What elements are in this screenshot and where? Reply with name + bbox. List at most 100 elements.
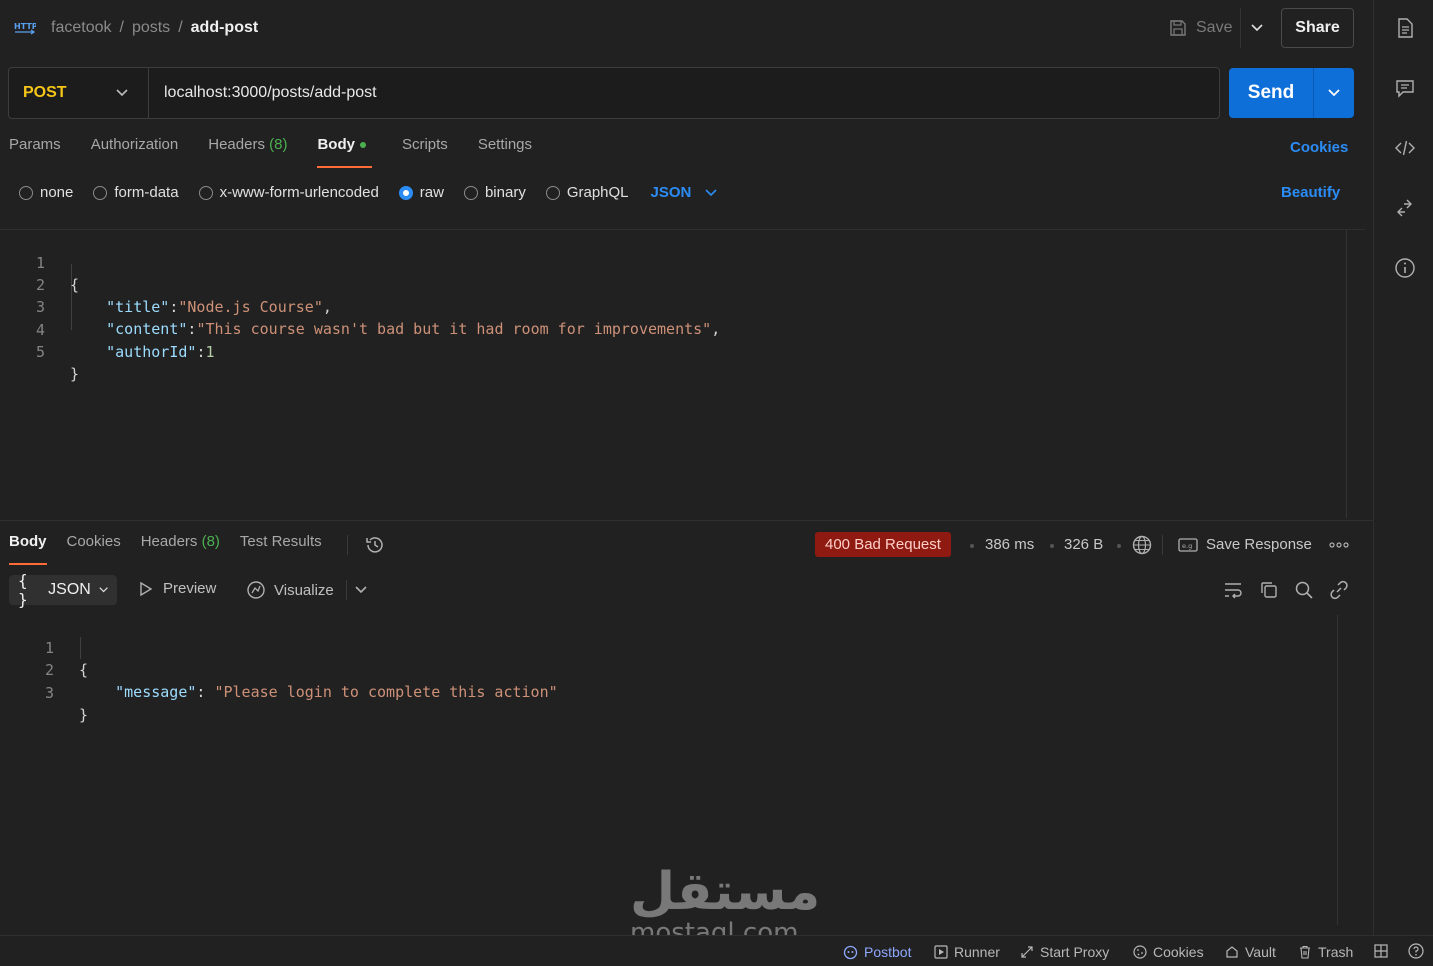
pane-divider[interactable] xyxy=(0,520,1373,521)
svg-text:e.g: e.g xyxy=(1182,542,1192,550)
request-body-editor[interactable]: 1 { 2 "title":"Node.js Course", 3 "conte… xyxy=(0,229,1365,518)
tab-response-headers[interactable]: Headers (8) xyxy=(141,533,220,565)
tab-settings[interactable]: Settings xyxy=(478,136,532,168)
breadcrumb-folder[interactable]: posts xyxy=(132,19,170,37)
response-format-select[interactable]: { } JSON xyxy=(9,571,117,609)
link-icon[interactable] xyxy=(1329,580,1349,600)
cookies-button[interactable]: Cookies xyxy=(1133,944,1204,960)
tab-response-cookies[interactable]: Cookies xyxy=(67,533,121,565)
radio[interactable] xyxy=(545,185,560,200)
code-line: 2 "title":"Node.js Course", xyxy=(0,252,332,316)
json-key: "authorId" xyxy=(106,343,197,361)
format-label: JSON xyxy=(48,581,91,598)
visualize-button[interactable]: Visualize xyxy=(246,580,334,600)
cookies-link[interactable]: Cookies xyxy=(1290,139,1348,156)
save-icon xyxy=(1170,20,1186,36)
line-number: 3 xyxy=(44,684,54,702)
search-icon[interactable] xyxy=(1294,580,1314,600)
body-type-none[interactable]: none xyxy=(19,184,73,201)
history-icon[interactable] xyxy=(364,535,386,555)
json-value: 1 xyxy=(205,343,215,361)
tab-headers[interactable]: Headers (8) xyxy=(208,136,287,168)
url-input[interactable]: localhost:3000/posts/add-post xyxy=(149,84,377,102)
response-scrollbar[interactable] xyxy=(1337,615,1355,925)
radio[interactable] xyxy=(463,185,478,200)
code-line: 5 } xyxy=(0,319,79,383)
related-collections-icon[interactable] xyxy=(1394,197,1416,219)
copy-icon[interactable] xyxy=(1259,580,1279,600)
code-text: } xyxy=(70,365,80,383)
url-bar: POST localhost:3000/posts/add-post xyxy=(8,67,1220,119)
radio[interactable] xyxy=(93,185,108,200)
save-button[interactable]: Save xyxy=(1168,18,1232,38)
send-options-button[interactable] xyxy=(1313,68,1354,118)
send-button[interactable]: Send xyxy=(1229,68,1354,118)
chevron-down-icon xyxy=(99,587,108,593)
body-type-urlencoded[interactable]: x-www-form-urlencoded xyxy=(198,184,379,201)
body-type-form-data[interactable]: form-data xyxy=(93,184,179,201)
wrap-lines-icon[interactable] xyxy=(1223,580,1243,600)
cookies-label: Cookies xyxy=(1153,944,1204,960)
tab-scripts[interactable]: Scripts xyxy=(402,136,448,168)
documentation-icon[interactable] xyxy=(1394,17,1416,39)
breadcrumb-collection[interactable]: facetook xyxy=(51,19,111,37)
code-text: "content":"This course wasn't bad but it… xyxy=(106,320,721,338)
runner-button[interactable]: Runner xyxy=(934,944,1000,960)
response-tabs: Body Cookies Headers (8) Test Results xyxy=(9,533,342,565)
tab-label: Scripts xyxy=(401,136,448,153)
code-text: "title":"Node.js Course", xyxy=(106,298,332,316)
vault-button[interactable]: Vault xyxy=(1225,944,1276,960)
info-icon[interactable] xyxy=(1394,257,1416,279)
breadcrumb-request[interactable]: add-post xyxy=(191,19,259,37)
tab-label: Headers xyxy=(208,136,265,153)
editor-scrollbar[interactable] xyxy=(1346,230,1364,518)
code-icon[interactable] xyxy=(1394,137,1416,159)
layout-icon[interactable] xyxy=(1374,944,1388,958)
globe-icon[interactable] xyxy=(1131,534,1153,556)
share-button[interactable]: Share xyxy=(1281,8,1354,48)
json-value: "Please login to complete this action" xyxy=(214,683,558,701)
json-value: "This course wasn't bad but it had room … xyxy=(196,320,712,338)
save-response-button[interactable]: e.g Save Response xyxy=(1178,536,1312,553)
start-proxy-button[interactable]: Start Proxy xyxy=(1020,944,1109,960)
tab-response-body[interactable]: Body xyxy=(9,533,47,565)
response-size[interactable]: 326 B xyxy=(1064,536,1103,553)
request-header: HTTP facetook / posts / add-post Save Sh… xyxy=(0,0,1373,56)
language-select[interactable]: JSON xyxy=(651,184,718,201)
tab-label: Test Results xyxy=(239,533,322,550)
radio[interactable] xyxy=(198,185,213,200)
indent-guide xyxy=(80,637,81,659)
tab-params[interactable]: Params xyxy=(9,136,61,168)
code-text: "message": "Please login to complete thi… xyxy=(115,683,558,701)
method-select[interactable]: POST xyxy=(9,68,149,118)
divider xyxy=(346,580,347,600)
beautify-button[interactable]: Beautify xyxy=(1281,184,1340,201)
proxy-icon xyxy=(1021,946,1033,958)
save-options-button[interactable] xyxy=(1240,8,1272,48)
visualize-label: Visualize xyxy=(274,581,334,599)
response-time[interactable]: 386 ms xyxy=(985,536,1034,553)
trash-button[interactable]: Trash xyxy=(1298,944,1353,960)
postbot-label: Postbot xyxy=(864,944,912,960)
radio[interactable] xyxy=(19,185,33,200)
braces-icon: { } xyxy=(18,571,28,609)
tab-body[interactable]: Body xyxy=(317,136,372,168)
body-type-graphql[interactable]: GraphQL xyxy=(545,184,629,201)
more-icon[interactable] xyxy=(1329,542,1349,548)
tab-test-results[interactable]: Test Results xyxy=(240,533,322,565)
radio-selected[interactable] xyxy=(398,185,413,200)
chevron-down-icon xyxy=(705,188,717,196)
status-badge[interactable]: 400 Bad Request xyxy=(815,532,951,557)
tab-authorization[interactable]: Authorization xyxy=(91,136,179,168)
trash-icon xyxy=(1300,945,1310,959)
start-proxy-label: Start Proxy xyxy=(1040,944,1110,960)
runner-label: Runner xyxy=(954,944,1000,960)
body-type-binary[interactable]: binary xyxy=(463,184,526,201)
preview-button[interactable]: Preview xyxy=(139,580,216,597)
comments-icon[interactable] xyxy=(1394,77,1416,99)
postbot-button[interactable]: Postbot xyxy=(843,944,911,960)
help-icon[interactable] xyxy=(1408,943,1424,959)
body-type-raw[interactable]: raw xyxy=(398,184,444,201)
chevron-down-icon[interactable] xyxy=(355,586,367,594)
vault-label: Vault xyxy=(1245,944,1276,960)
